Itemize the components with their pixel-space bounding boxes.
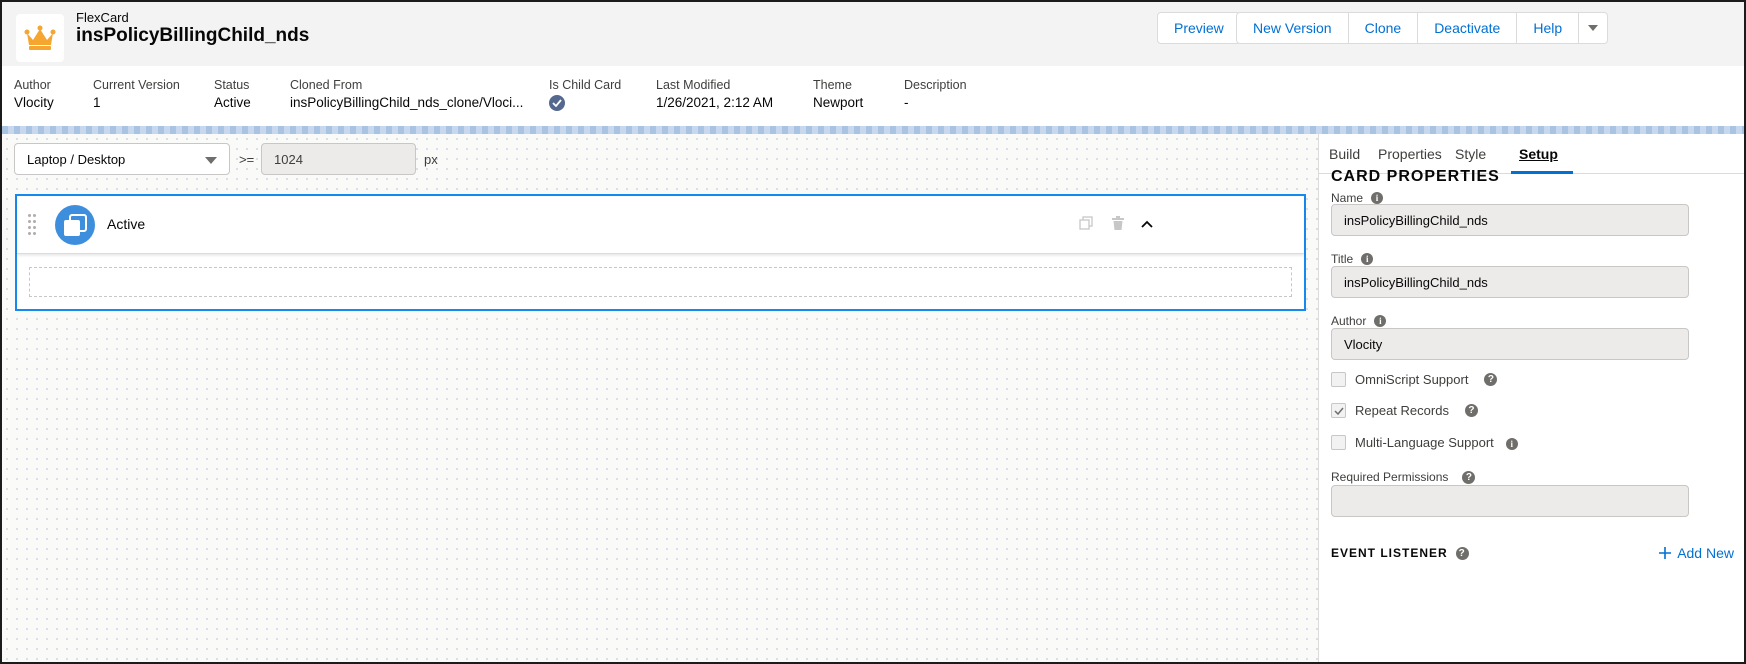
is-child-card-field: Is Child Card (549, 78, 621, 111)
description-value: - (904, 95, 909, 110)
help-icon[interactable]: ? (1462, 470, 1476, 484)
status-field: Status Active (214, 78, 251, 110)
add-new-button[interactable]: Add New (1659, 545, 1734, 561)
info-icon[interactable]: i (1374, 315, 1387, 327)
clone-state-icon[interactable] (1079, 216, 1093, 233)
state-icon (55, 205, 95, 245)
checkbox-label: OmniScript Support (1355, 372, 1469, 387)
version-label: Current Version (93, 78, 180, 92)
event-listener-label: EVENT LISTENER ? (1331, 546, 1469, 560)
required-permissions-label: Required Permissions ? (1331, 470, 1476, 484)
author-input[interactable]: Vlocity (1331, 328, 1689, 360)
add-new-label: Add New (1677, 545, 1734, 561)
delete-state-icon[interactable] (1111, 216, 1125, 233)
help-button[interactable]: Help (1517, 12, 1580, 44)
card-state[interactable]: Active (15, 194, 1306, 311)
drag-handle-icon[interactable] (28, 214, 38, 236)
page-header: FlexCard insPolicyBillingChild_nds Previ… (2, 2, 1744, 66)
author-label: Author (14, 78, 51, 92)
preview-group: Preview (1157, 12, 1241, 44)
title-label: Title i (1331, 252, 1374, 266)
tab-setup[interactable]: Setup (1519, 146, 1558, 162)
crown-icon (16, 14, 64, 62)
name-input[interactable]: insPolicyBillingChild_nds (1331, 204, 1689, 236)
checkbox-label: Repeat Records (1355, 403, 1449, 418)
author-value: Vlocity (14, 95, 54, 110)
theme-value: Newport (813, 95, 864, 110)
card-state-header[interactable]: Active (17, 196, 1304, 254)
active-tab-indicator (1511, 171, 1573, 174)
tab-style[interactable]: Style (1455, 146, 1486, 162)
version-field: Current Version 1 (93, 78, 180, 110)
breakpoint-input[interactable]: 1024 (261, 143, 416, 175)
properties-panel: Build Properties Style Setup CARD PROPER… (1318, 134, 1744, 662)
required-permissions-label-text: Required Permissions (1331, 470, 1449, 484)
info-icon[interactable]: i (1361, 253, 1374, 265)
clone-button[interactable]: Clone (1348, 12, 1419, 44)
description-label: Description (904, 78, 967, 92)
tab-build[interactable]: Build (1329, 146, 1360, 162)
flexcard-designer: FlexCard insPolicyBillingChild_nds Previ… (0, 0, 1746, 664)
checkbox-box[interactable] (1331, 403, 1346, 418)
check-icon (549, 95, 565, 111)
status-value: Active (214, 95, 251, 110)
chevron-up-icon[interactable] (1140, 217, 1154, 232)
plus-icon (1659, 547, 1672, 559)
title-label-text: Title (1331, 252, 1354, 266)
object-type-label: FlexCard (76, 10, 129, 25)
new-version-button[interactable]: New Version (1236, 12, 1349, 44)
help-icon[interactable]: ? (1464, 404, 1478, 417)
required-permissions-input[interactable] (1331, 485, 1689, 517)
deactivate-button[interactable]: Deactivate (1418, 12, 1518, 44)
tab-properties[interactable]: Properties (1378, 146, 1442, 162)
author-label-text: Author (1331, 314, 1367, 328)
preview-button[interactable]: Preview (1157, 12, 1241, 44)
device-select-value: Laptop / Desktop (27, 151, 126, 167)
version-value: 1 (93, 95, 101, 110)
cloned-from-value: insPolicyBillingChild_nds_clone/Vloci... (290, 95, 524, 110)
info-icon[interactable]: i (1505, 438, 1518, 450)
author-field: Author Vlocity (14, 78, 54, 110)
checkbox-label: Multi-Language Support (1355, 434, 1494, 450)
state-name: Active (107, 216, 146, 232)
help-icon[interactable]: ? (1455, 546, 1469, 560)
description-field: Description - (904, 78, 967, 110)
check-icon (1333, 407, 1344, 415)
checkbox-box[interactable] (1331, 372, 1346, 387)
info-icon[interactable]: i (1371, 192, 1384, 204)
author-label: Author i (1331, 314, 1387, 328)
more-actions-button[interactable] (1579, 12, 1609, 44)
last-modified-field: Last Modified 1/26/2021, 2:12 AM (656, 78, 773, 110)
action-button-group: New Version Clone Deactivate Help (1236, 12, 1609, 44)
last-modified-value: 1/26/2021, 2:12 AM (656, 95, 774, 110)
last-modified-label: Last Modified (656, 78, 731, 92)
highlights-panel: Author Vlocity Current Version 1 Status … (2, 66, 1744, 128)
caret-down-icon (205, 157, 217, 164)
section-title: CARD PROPERTIES (1331, 168, 1500, 185)
breakpoint-unit: px (424, 152, 438, 167)
is-child-card-label: Is Child Card (549, 78, 622, 92)
page-title: insPolicyBillingChild_nds (76, 25, 310, 46)
event-listener-title: EVENT LISTENER (1331, 546, 1448, 560)
theme-field: Theme Newport (813, 78, 863, 110)
theme-label: Theme (813, 78, 852, 92)
design-canvas[interactable]: Laptop / Desktop >= 1024 px Active (2, 134, 1318, 662)
title-input[interactable]: insPolicyBillingChild_nds (1331, 266, 1689, 298)
name-label-text: Name (1331, 191, 1364, 205)
breakpoint-operator: >= (239, 152, 255, 167)
header-divider (2, 126, 1744, 134)
multi-language-support-checkbox[interactable]: Multi-Language Support i (1331, 434, 1518, 450)
status-label: Status (214, 78, 250, 92)
chevron-down-icon (1588, 25, 1599, 31)
cloned-from-field: Cloned From insPolicyBillingChild_nds_cl… (290, 78, 523, 110)
omniscript-support-checkbox[interactable]: OmniScript Support ? (1331, 372, 1498, 387)
device-select[interactable]: Laptop / Desktop (14, 143, 230, 175)
repeat-records-checkbox[interactable]: Repeat Records ? (1331, 403, 1478, 418)
checkbox-box[interactable] (1331, 434, 1346, 450)
help-icon[interactable]: ? (1484, 373, 1498, 386)
drop-zone[interactable] (29, 267, 1292, 297)
name-label: Name i (1331, 191, 1384, 205)
cloned-from-label: Cloned From (290, 78, 363, 92)
